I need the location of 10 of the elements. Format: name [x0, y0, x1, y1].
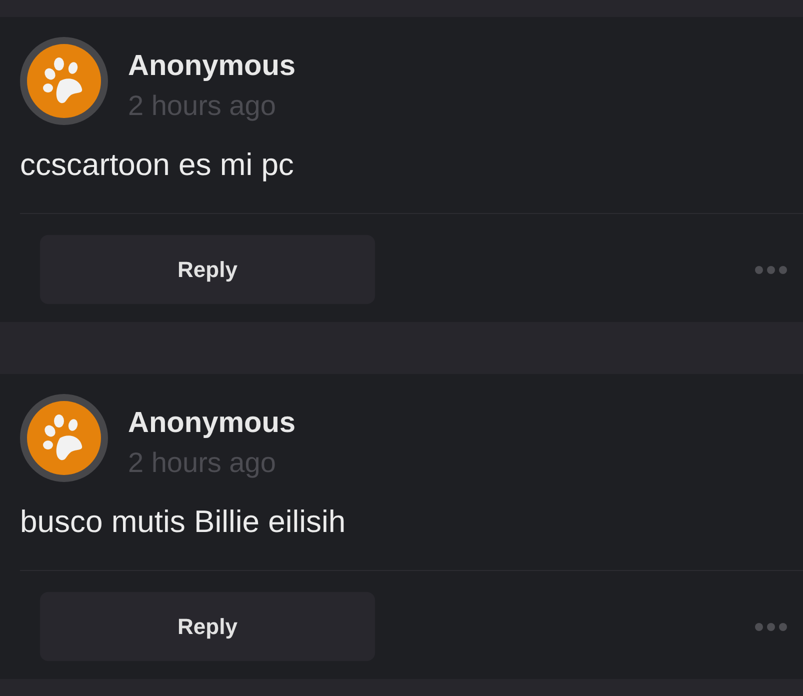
paw-avatar-icon: [20, 37, 108, 125]
more-options-icon[interactable]: [755, 622, 787, 630]
reply-button[interactable]: Reply: [40, 592, 375, 661]
author-name: Anonymous: [128, 406, 296, 441]
comment-text: ccscartoon es mi pc: [19, 146, 295, 184]
author-name: Anonymous: [128, 49, 296, 84]
comment-text: busco mutis Billie eilisih: [19, 503, 347, 541]
paw-avatar-icon: [20, 394, 108, 482]
reply-button[interactable]: Reply: [40, 235, 375, 304]
more-options-icon[interactable]: [755, 266, 787, 274]
